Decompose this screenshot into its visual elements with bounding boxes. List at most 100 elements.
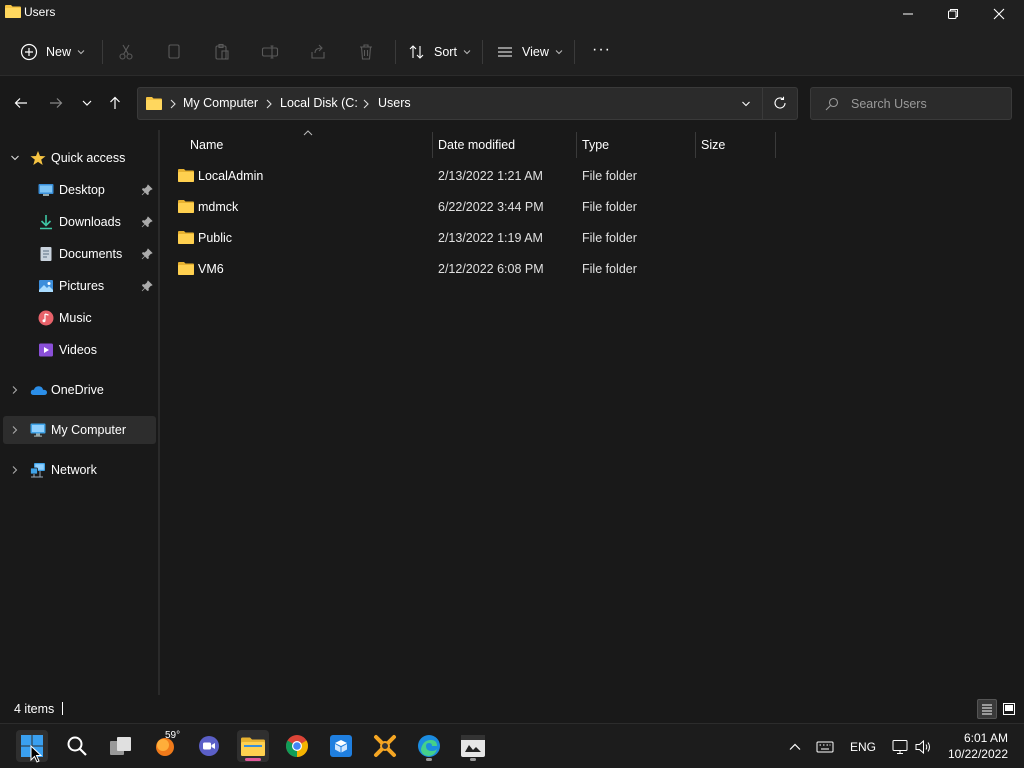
new-button[interactable]: New xyxy=(20,38,85,66)
chevron-right-icon[interactable] xyxy=(10,385,20,395)
column-header-type[interactable]: Type xyxy=(582,138,609,152)
app-window-icon xyxy=(461,735,485,757)
sidebar-item-onedrive[interactable]: OneDrive xyxy=(3,376,156,404)
table-row[interactable]: LocalAdmin 2/13/2022 1:21 AM File folder xyxy=(174,162,774,190)
share-button[interactable] xyxy=(309,38,327,66)
address-bar[interactable]: My Computer Local Disk (C: Users xyxy=(137,87,798,120)
search-taskbar-button[interactable] xyxy=(61,730,93,762)
sidebar-item-label: OneDrive xyxy=(51,383,104,397)
sidebar-item-desktop[interactable]: Desktop xyxy=(3,176,156,204)
file-date: 2/12/2022 6:08 PM xyxy=(438,262,544,276)
back-button[interactable] xyxy=(10,92,32,114)
breadcrumb-my-computer[interactable]: My Computer xyxy=(183,96,258,110)
column-divider[interactable] xyxy=(695,132,696,158)
chevron-down-icon[interactable] xyxy=(10,153,20,163)
teams-chat-button[interactable] xyxy=(193,730,225,762)
pin-icon[interactable] xyxy=(141,248,153,260)
column-divider[interactable] xyxy=(775,132,776,158)
status-bar: 4 items xyxy=(0,695,1024,723)
column-divider[interactable] xyxy=(432,132,433,158)
pin-icon[interactable] xyxy=(141,280,153,292)
sort-button[interactable]: Sort xyxy=(408,38,471,66)
download-icon xyxy=(40,215,52,230)
package-icon xyxy=(330,735,352,757)
breadcrumb-local-disk[interactable]: Local Disk (C: xyxy=(280,96,358,110)
folder-icon xyxy=(178,169,194,182)
chevron-right-icon[interactable] xyxy=(10,465,20,475)
taskbar: 59° ENG 6:01 AM 10/22/2022 xyxy=(0,723,1024,768)
recent-locations-button[interactable] xyxy=(76,92,98,114)
up-button[interactable] xyxy=(104,92,126,114)
clock[interactable]: 6:01 AM 10/22/2022 xyxy=(940,730,1020,762)
pin-icon[interactable] xyxy=(141,184,153,196)
sort-icon xyxy=(409,45,424,59)
tiles-view-button[interactable] xyxy=(999,699,1019,719)
weather-widget[interactable]: 59° xyxy=(149,730,181,762)
forward-button[interactable] xyxy=(45,92,67,114)
copy-button[interactable] xyxy=(165,38,183,66)
chrome-taskbar-button[interactable] xyxy=(281,730,313,762)
minimize-icon xyxy=(903,13,913,15)
table-row[interactable]: mdmck 6/22/2022 3:44 PM File folder xyxy=(174,193,774,221)
file-name: LocalAdmin xyxy=(198,169,264,183)
column-header-date-modified[interactable]: Date modified xyxy=(438,138,515,152)
view-button[interactable]: View xyxy=(496,38,563,66)
chevron-right-icon[interactable] xyxy=(10,425,20,435)
search-input[interactable] xyxy=(851,95,1001,113)
videos-icon xyxy=(39,343,53,357)
minimize-button[interactable] xyxy=(885,0,931,28)
table-row[interactable]: Public 2/13/2022 1:19 AM File folder xyxy=(174,224,774,252)
paste-button[interactable] xyxy=(213,38,231,66)
column-divider[interactable] xyxy=(576,132,577,158)
show-hidden-icons-button[interactable] xyxy=(788,724,802,768)
search-icon xyxy=(825,97,839,111)
touch-keyboard-button[interactable] xyxy=(816,724,834,768)
title-bar: Users xyxy=(0,0,1024,28)
tools-taskbar-button[interactable] xyxy=(369,730,401,762)
chevron-down-icon[interactable] xyxy=(741,99,751,109)
app-taskbar-button[interactable] xyxy=(457,730,489,762)
sidebar-item-downloads[interactable]: Downloads xyxy=(3,208,156,236)
music-icon xyxy=(38,310,54,326)
start-button[interactable] xyxy=(16,730,48,763)
sidebar-item-quick-access[interactable]: Quick access xyxy=(3,144,156,172)
task-view-button[interactable] xyxy=(105,730,137,762)
search-icon xyxy=(67,736,87,756)
sidebar-item-documents[interactable]: Documents xyxy=(3,240,156,268)
volume-button[interactable] xyxy=(915,724,933,768)
column-header-name[interactable]: Name xyxy=(190,138,223,152)
address-row: My Computer Local Disk (C: Users xyxy=(0,76,1024,130)
running-app-indicator xyxy=(426,758,432,761)
pin-icon[interactable] xyxy=(141,216,153,228)
toolbar-divider xyxy=(102,40,103,64)
store-taskbar-button[interactable] xyxy=(325,730,357,762)
sidebar-item-pictures[interactable]: Pictures xyxy=(3,272,156,300)
file-explorer-taskbar-button[interactable] xyxy=(237,730,269,762)
more-options-button[interactable]: ··· xyxy=(592,36,611,64)
sidebar-item-videos[interactable]: Videos xyxy=(3,336,156,364)
rename-button[interactable] xyxy=(261,38,279,66)
cut-button[interactable] xyxy=(117,38,135,66)
delete-button[interactable] xyxy=(357,38,375,66)
details-view-icon xyxy=(982,704,992,715)
table-row[interactable]: VM6 2/12/2022 6:08 PM File folder xyxy=(174,255,774,283)
edge-taskbar-button[interactable] xyxy=(413,730,445,762)
sidebar-item-network[interactable]: Network xyxy=(3,456,156,484)
breadcrumb-users[interactable]: Users xyxy=(378,96,411,110)
clock-time: 6:01 AM xyxy=(963,731,1008,745)
network-status-button[interactable] xyxy=(892,724,910,768)
input-language: ENG xyxy=(850,739,877,754)
copy-icon xyxy=(168,44,180,59)
sidebar-item-music[interactable]: Music xyxy=(3,304,156,332)
restore-button[interactable] xyxy=(930,0,976,28)
close-button[interactable] xyxy=(976,0,1022,28)
details-view-button[interactable] xyxy=(977,699,997,719)
refresh-icon[interactable] xyxy=(773,96,787,110)
document-icon xyxy=(40,247,52,261)
column-header-size[interactable]: Size xyxy=(701,138,725,152)
sidebar-item-my-computer[interactable]: My Computer xyxy=(3,416,156,444)
search-box[interactable] xyxy=(810,87,1012,120)
sidebar-item-label: Quick access xyxy=(51,151,126,165)
input-language-button[interactable]: ENG xyxy=(850,724,876,768)
file-date: 2/13/2022 1:19 AM xyxy=(438,231,543,245)
